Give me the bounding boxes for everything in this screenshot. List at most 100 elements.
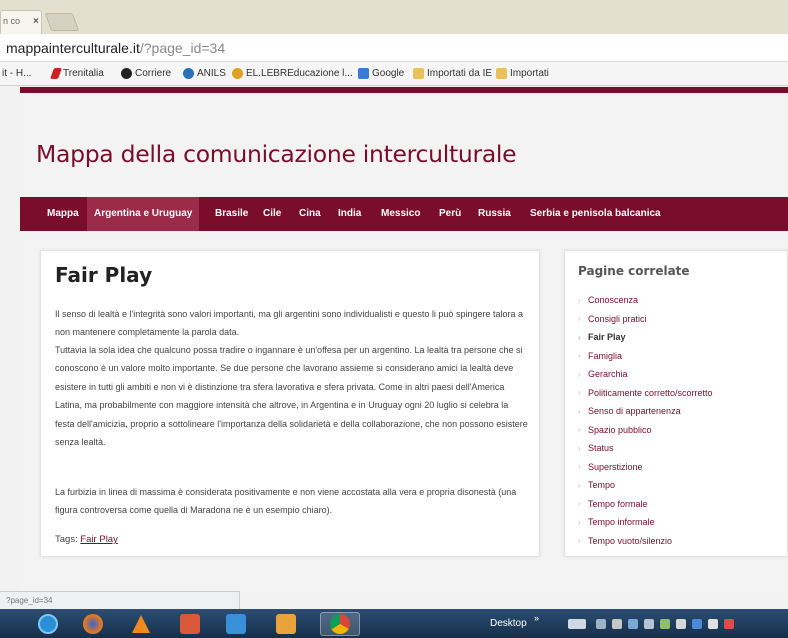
url-host: mappainterculturale.it [6, 40, 140, 56]
article: Fair Play Il senso di lealtà e l'integri… [40, 250, 540, 557]
tray-icon[interactable] [660, 619, 670, 629]
bookmark-label: Importati [510, 68, 549, 79]
vlc-icon[interactable] [132, 615, 150, 633]
site-title[interactable]: Mappa della comunicazione interculturale [36, 140, 517, 168]
web-page: Mappa della comunicazione interculturale… [20, 87, 788, 591]
sidebar-item-status[interactable]: › Status [578, 439, 713, 458]
tab-close-icon[interactable]: × [33, 16, 39, 27]
sidebar-item-superstizione[interactable]: › Superstizione [578, 458, 713, 477]
article-paragraph: Tuttavia la sola idea che qualcuno possa… [55, 345, 528, 448]
tray-icon[interactable] [708, 619, 718, 629]
status-bar: ?page_id=34 [0, 591, 240, 609]
sidebar-item-famiglia[interactable]: › Famiglia [578, 347, 713, 366]
related-pages-sidebar: Pagine correlate › Conoscenza › Consigli p… [564, 250, 788, 557]
sidebar-item-label: Status [588, 443, 614, 454]
nav-item-serbia[interactable]: Serbia e penisola balcanica [523, 197, 668, 231]
bookmark-label: Google [372, 68, 405, 79]
folder-icon [413, 68, 424, 79]
image-viewer-icon[interactable] [276, 614, 296, 634]
bullet-icon: › [578, 369, 581, 379]
sidebar-item-politicamente-corretto[interactable]: › Politicamente corretto/scorretto [578, 384, 713, 403]
bookmark-ellebr[interactable]: EL.LEBREducazione l... [232, 68, 353, 79]
sidebar-item-fair-play[interactable]: › Fair Play [578, 328, 713, 347]
tab-title: n co [3, 16, 21, 26]
new-tab-button[interactable] [44, 13, 80, 31]
google-icon [358, 68, 369, 79]
nav-item-mappa[interactable]: Mappa [40, 197, 86, 231]
article-paragraph: La furbizia in linea di massima è consid… [55, 487, 517, 516]
tray-icon[interactable] [628, 619, 638, 629]
internet-explorer-icon[interactable] [38, 614, 58, 634]
chevron-right-icon[interactable]: » [534, 613, 539, 623]
nav-item-cina[interactable]: Cina [292, 197, 328, 231]
bookmarks-bar: it - H... Trenitalia Corriere ANILS EL.L… [0, 62, 788, 86]
bookmark-corriere[interactable]: Corriere [121, 68, 171, 79]
sidebar-item-label: Tempo informale [588, 517, 655, 528]
folder-icon [496, 68, 507, 79]
keyboard-icon[interactable] [568, 619, 586, 629]
bullet-icon: › [578, 388, 581, 398]
sidebar-item-senso-di-appartenenza[interactable]: › Senso di appartenenza [578, 402, 713, 421]
nav-item-russia[interactable]: Russia [471, 197, 518, 231]
tray-icon[interactable] [644, 619, 654, 629]
desktop-toolbar-label[interactable]: Desktop [490, 618, 527, 629]
bullet-icon: › [578, 332, 581, 342]
nav-item-messico[interactable]: Messico [374, 197, 427, 231]
speaker-icon[interactable] [724, 619, 734, 629]
tray-icon[interactable] [612, 619, 622, 629]
bookmark-item[interactable]: it - H... [2, 68, 31, 79]
bookmark-trenitalia[interactable]: Trenitalia [49, 68, 104, 79]
sidebar-item-tempo[interactable]: › Tempo [578, 476, 713, 495]
bookmark-google[interactable]: Google [358, 68, 404, 79]
sidebar-item-gerarchia[interactable]: › Gerarchia [578, 365, 713, 384]
address-bar[interactable]: mappainterculturale.it/?page_id=34 [0, 34, 788, 62]
sidebar-item-spazio-pubblico[interactable]: › Spazio pubblico [578, 421, 713, 440]
bullet-icon: › [578, 406, 581, 416]
sidebar-item-tempo-formale[interactable]: › Tempo formale [578, 495, 713, 514]
media-player-icon[interactable] [226, 614, 246, 634]
sidebar-item-label: Spazio pubblico [588, 424, 652, 435]
anils-icon [183, 68, 194, 79]
browser-tab-bar: n co × [0, 0, 788, 34]
bookmark-folder-ie[interactable]: Importati da IE [413, 68, 492, 79]
bullet-icon: › [578, 536, 581, 546]
bullet-icon: › [578, 462, 581, 472]
tray-icon[interactable] [596, 619, 606, 629]
sidebar-item-conoscenza[interactable]: › Conoscenza [578, 291, 713, 310]
main-nav: Mappa Argentina e Uruguay Brasile Cile C… [20, 197, 788, 231]
nav-item-peru[interactable]: Perù [432, 197, 468, 231]
bookmark-anils[interactable]: ANILS [183, 68, 226, 79]
browser-tab[interactable]: n co × [0, 10, 42, 34]
tray-icon[interactable] [692, 619, 702, 629]
bookmark-label: Trenitalia [63, 68, 104, 79]
sidebar-item-consigli-pratici[interactable]: › Consigli pratici [578, 310, 713, 329]
presentation-icon[interactable] [180, 614, 200, 634]
sidebar-item-label: Fair Play [588, 332, 626, 343]
bookmark-folder-importati[interactable]: Importati [496, 68, 549, 79]
sidebar-item-label: Tempo vuoto/silenzio [588, 535, 673, 546]
corriere-icon [121, 68, 132, 79]
nav-item-cile[interactable]: Cile [256, 197, 288, 231]
bullet-icon: › [578, 480, 581, 490]
tags-label: Tags: [55, 534, 78, 545]
bullet-icon: › [578, 314, 581, 324]
sidebar-item-tempo-informale[interactable]: › Tempo informale [578, 513, 713, 532]
tray-icon[interactable] [676, 619, 686, 629]
sidebar-item-label: Politicamente corretto/scorretto [588, 387, 713, 398]
ellebr-icon [232, 68, 243, 79]
bookmark-label: EL.LEBREducazione l... [246, 68, 353, 79]
nav-item-india[interactable]: India [331, 197, 368, 231]
nav-item-brasile[interactable]: Brasile [208, 197, 255, 231]
nav-item-argentina-e-uruguay[interactable]: Argentina e Uruguay [87, 197, 200, 231]
url-path: /?page_id=34 [139, 40, 226, 56]
sidebar-item-tempo-vuoto[interactable]: › Tempo vuoto/silenzio [578, 532, 713, 551]
sidebar-item-label: Senso di appartenenza [588, 406, 681, 417]
sidebar-item-label: Consigli pratici [588, 313, 647, 324]
url-text[interactable]: mappainterculturale.it/?page_id=34 [6, 40, 225, 56]
bullet-icon: › [578, 499, 581, 509]
tag-link[interactable]: Fair Play [80, 534, 117, 545]
sidebar-item-label: Gerarchia [588, 369, 628, 380]
chrome-icon [330, 614, 350, 634]
firefox-icon[interactable] [83, 614, 103, 634]
bullet-icon: › [578, 351, 581, 361]
